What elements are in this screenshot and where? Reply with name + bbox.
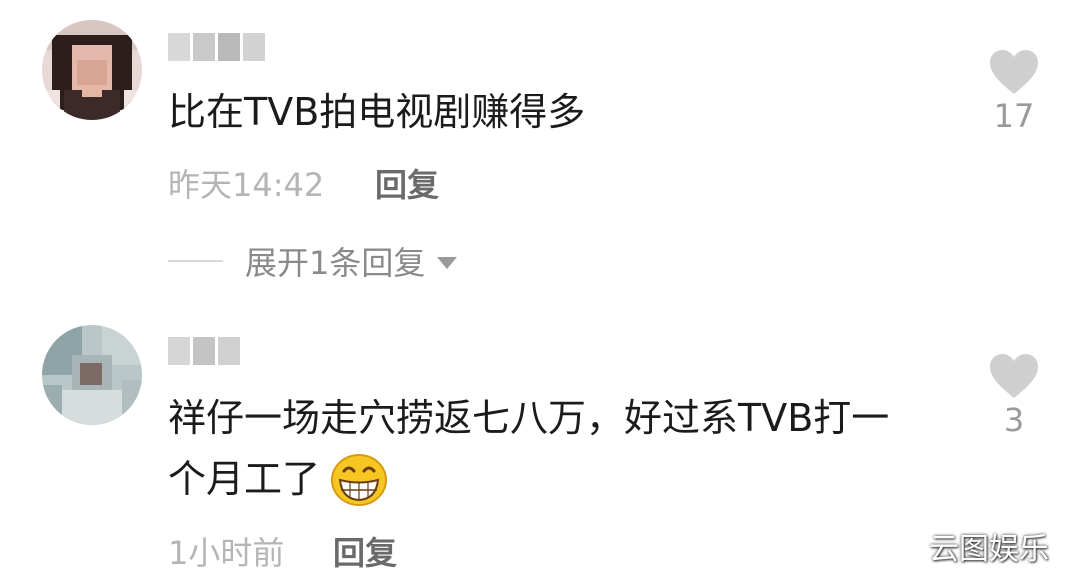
grinning-face-icon [330, 453, 388, 511]
reply-button[interactable]: 回复 [375, 160, 439, 206]
like-count: 17 [993, 97, 1035, 135]
comment-text-line-2: 个月工了 [168, 457, 321, 501]
expand-replies-button[interactable]: 展开1条回复 [168, 238, 458, 284]
like-button[interactable]: 3 [984, 352, 1044, 440]
like-button[interactable]: 17 [984, 48, 1044, 136]
comment-time: 1小时前 [168, 534, 285, 572]
divider-line [168, 260, 223, 262]
avatar[interactable] [42, 325, 142, 425]
username[interactable] [168, 33, 265, 61]
heart-icon [990, 50, 1038, 94]
watermark-text: 云图娱乐 [929, 532, 1049, 567]
expand-replies-label: 展开1条回复 [245, 244, 426, 282]
like-count: 3 [1003, 401, 1025, 439]
avatar[interactable] [42, 20, 142, 120]
comment-text: 比在TVB拍电视剧赚得多 [168, 90, 586, 134]
comment-time: 昨天14:42 [168, 166, 325, 204]
chevron-down-icon [437, 257, 458, 269]
comment-list: 比在TVB拍电视剧赚得多 昨天14:42 回复 展开1条回复 17 祥仔一场走穴… [0, 0, 1065, 586]
reply-button[interactable]: 回复 [333, 528, 397, 574]
comment-text: 祥仔一场走穴捞返七八万，好过系TVB打一 [168, 396, 890, 440]
heart-icon [990, 354, 1038, 398]
username[interactable] [168, 337, 240, 365]
